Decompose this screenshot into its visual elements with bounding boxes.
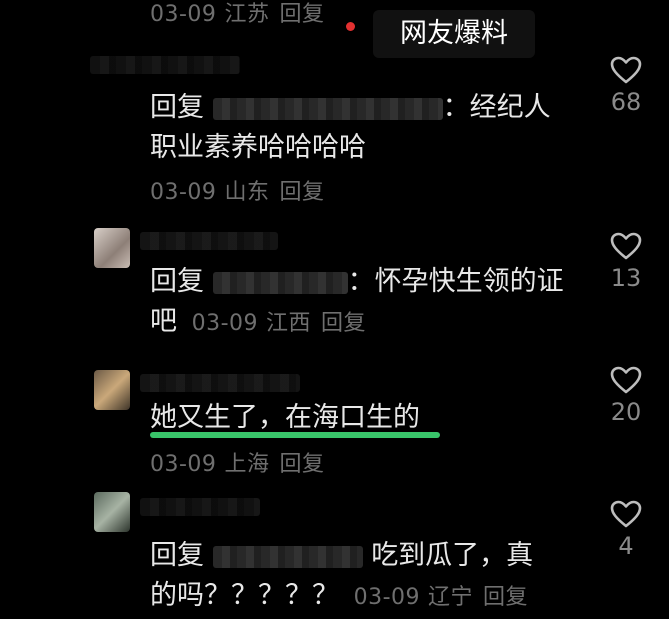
comment-location: 辽宁: [428, 585, 474, 610]
comment-date: 03-09: [150, 2, 217, 27]
like-button[interactable]: 68: [606, 56, 646, 116]
mention-blurred[interactable]: [212, 545, 363, 568]
avatar[interactable]: [94, 492, 130, 532]
username-blurred: [140, 232, 278, 250]
reply-button[interactable]: 回复: [279, 180, 324, 205]
reply-prefix: 回复: [150, 540, 204, 571]
comment-meta: 03-09 山东 回复: [150, 174, 324, 206]
comment-text: 回复 ：怀孕快生领的证 吧 03-09 江西 回复: [150, 266, 564, 337]
heart-icon: [610, 56, 642, 84]
comment-meta: 03-09 辽宁 回复: [354, 585, 528, 610]
like-button[interactable]: 4: [606, 500, 646, 560]
reply-button[interactable]: 回复: [483, 585, 528, 610]
heart-icon: [610, 232, 642, 260]
heart-icon: [610, 500, 642, 528]
reply-button[interactable]: 回复: [321, 311, 366, 336]
mention-blurred[interactable]: [212, 271, 348, 294]
mention-blurred[interactable]: [212, 97, 443, 120]
like-count: 20: [610, 398, 642, 426]
reply-prefix: 回复: [150, 92, 204, 123]
comment-location: 江苏: [224, 2, 270, 27]
comment-location: 上海: [224, 452, 270, 477]
like-count: 4: [618, 532, 634, 560]
username-blurred: [140, 498, 260, 516]
username-blurred: [90, 56, 240, 74]
heart-icon: [610, 366, 642, 394]
comment-date: 03-09: [150, 180, 217, 205]
reply-button[interactable]: 回复: [279, 452, 324, 477]
comment-location: 山东: [224, 180, 270, 205]
comment-date: 03-09: [191, 311, 259, 336]
comment-meta: 03-09 江西 回复: [192, 311, 366, 336]
annotation-tag: 网友爆料: [373, 10, 535, 58]
like-button[interactable]: 20: [606, 366, 646, 426]
annotation-dot: [346, 22, 355, 31]
comment-meta: 03-09 上海 回复: [150, 446, 324, 478]
reply-button[interactable]: 回复: [279, 2, 324, 27]
like-count: 13: [610, 264, 642, 292]
comment-location: 江西: [266, 311, 312, 336]
comment-text: 回复 吃到瓜了，真 的吗？？？？？ 03-09 辽宁 回复: [150, 540, 534, 611]
highlight-underline: [150, 432, 440, 438]
username-blurred: [140, 374, 300, 392]
comment-date: 03-09: [150, 452, 217, 477]
avatar[interactable]: [94, 228, 130, 268]
avatar[interactable]: [94, 370, 130, 410]
comment-text: 回复 ：经纪人 职业素养哈哈哈哈: [150, 92, 551, 163]
like-button[interactable]: 13: [606, 232, 646, 292]
comment-date: 03-09: [353, 585, 421, 610]
reply-prefix: 回复: [150, 266, 204, 297]
like-count: 68: [610, 88, 642, 116]
top-comment-meta: 03-09 江苏 回复: [150, 0, 324, 28]
